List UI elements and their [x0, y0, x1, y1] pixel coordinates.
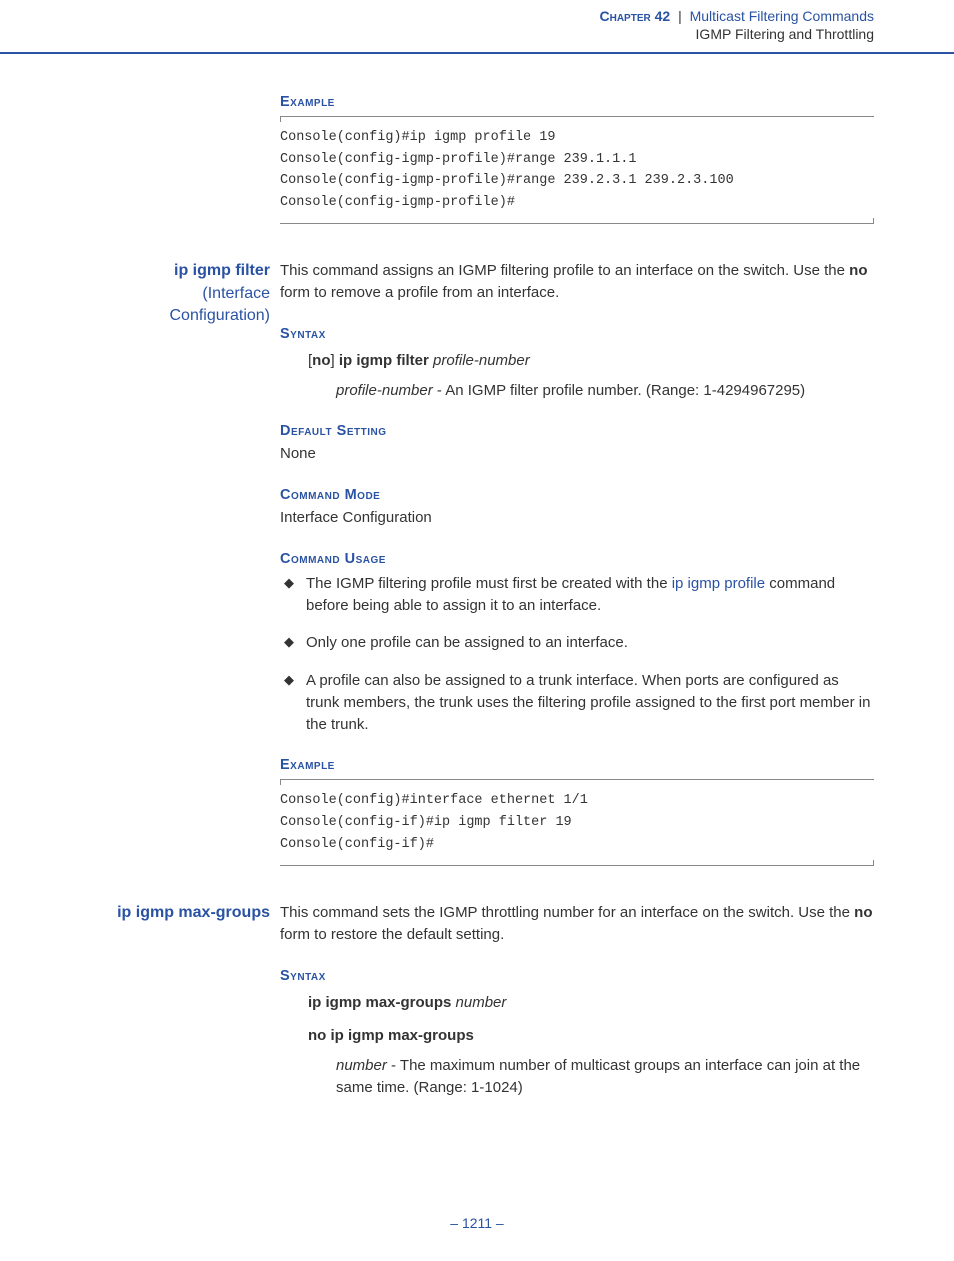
section-ip-igmp-max-groups: ip igmp max-groups This command sets the…	[70, 902, 874, 1099]
chapter-line: Chapter 42 | Multicast Filtering Command…	[0, 8, 874, 24]
mode-heading: Command Mode	[280, 487, 874, 503]
syntax-no: no	[312, 352, 330, 369]
default-heading: Default Setting	[280, 423, 874, 439]
example-heading: Example	[280, 94, 874, 110]
desc-bold: no	[849, 262, 867, 279]
usage-item-1: The IGMP filtering profile must first be…	[284, 573, 874, 617]
usage-heading: Command Usage	[280, 551, 874, 567]
code-block: Console(config)#ip igmp profile 19 Conso…	[280, 116, 874, 224]
syntax2-arg: number	[451, 994, 506, 1011]
arg2-desc: - The maximum number of multicast groups…	[336, 1057, 860, 1096]
chapter-title: Multicast Filtering Commands	[690, 8, 874, 24]
command-name: ip igmp filter	[70, 260, 270, 282]
link-ip-igmp-profile[interactable]: ip igmp profile	[672, 575, 765, 592]
syntax-arg: profile-number	[429, 352, 530, 369]
syntax-heading: Syntax	[280, 326, 874, 342]
syntax2-line2: no ip igmp max-groups	[308, 1025, 874, 1047]
command-context-2: Configuration)	[70, 305, 270, 327]
desc-post: form to remove a profile from an interfa…	[280, 284, 559, 301]
syntax2-line1: ip igmp max-groups number	[308, 992, 874, 1014]
arg-name: profile-number	[336, 382, 433, 399]
mode-value: Interface Configuration	[280, 507, 874, 529]
desc2-post: form to restore the default setting.	[280, 926, 504, 943]
page-header: Chapter 42 | Multicast Filtering Command…	[0, 0, 954, 54]
section-ip-igmp-filter: ip igmp filter (Interface Configuration)…	[70, 260, 874, 866]
command-context-1: (Interface	[70, 283, 270, 305]
command-name-2: ip igmp max-groups	[70, 902, 270, 924]
usage-item-3: A profile can also be assigned to a trun…	[284, 670, 874, 735]
bullet1-pre: The IGMP filtering profile must first be…	[306, 575, 672, 592]
arg-desc: - An IGMP filter profile number. (Range:…	[433, 382, 805, 399]
chapter-label: Chapter 42	[600, 8, 671, 24]
usage-item-2: Only one profile can be assigned to an i…	[284, 632, 874, 654]
example-heading-2: Example	[280, 757, 874, 773]
syntax-heading-2: Syntax	[280, 968, 874, 984]
syntax-arg-desc: profile-number - An IGMP filter profile …	[336, 380, 874, 402]
page-body: Example Console(config)#ip igmp profile …	[0, 94, 954, 1175]
command-description: This command assigns an IGMP filtering p…	[280, 260, 874, 304]
header-subtitle: IGMP Filtering and Throttling	[0, 26, 874, 42]
default-value: None	[280, 443, 874, 465]
syntax-cmd: ip igmp filter	[339, 352, 429, 369]
syntax2-arg-desc: number - The maximum number of multicast…	[336, 1055, 874, 1099]
desc2-pre: This command sets the IGMP throttling nu…	[280, 904, 854, 921]
rbracket: ]	[331, 352, 339, 369]
code-block-2: Console(config)#interface ethernet 1/1 C…	[280, 779, 874, 866]
header-divider: |	[678, 8, 682, 24]
desc2-bold: no	[854, 904, 872, 921]
page-footer: – 1211 –	[0, 1175, 954, 1261]
command-description-2: This command sets the IGMP throttling nu…	[280, 902, 874, 946]
section-example-top: Example Console(config)#ip igmp profile …	[70, 94, 874, 224]
arg2-name: number	[336, 1057, 387, 1074]
usage-list: The IGMP filtering profile must first be…	[280, 573, 874, 736]
syntax2-cmd: ip igmp max-groups	[308, 994, 451, 1011]
desc-pre: This command assigns an IGMP filtering p…	[280, 262, 849, 279]
syntax-line: [no] ip igmp filter profile-number	[308, 350, 874, 372]
